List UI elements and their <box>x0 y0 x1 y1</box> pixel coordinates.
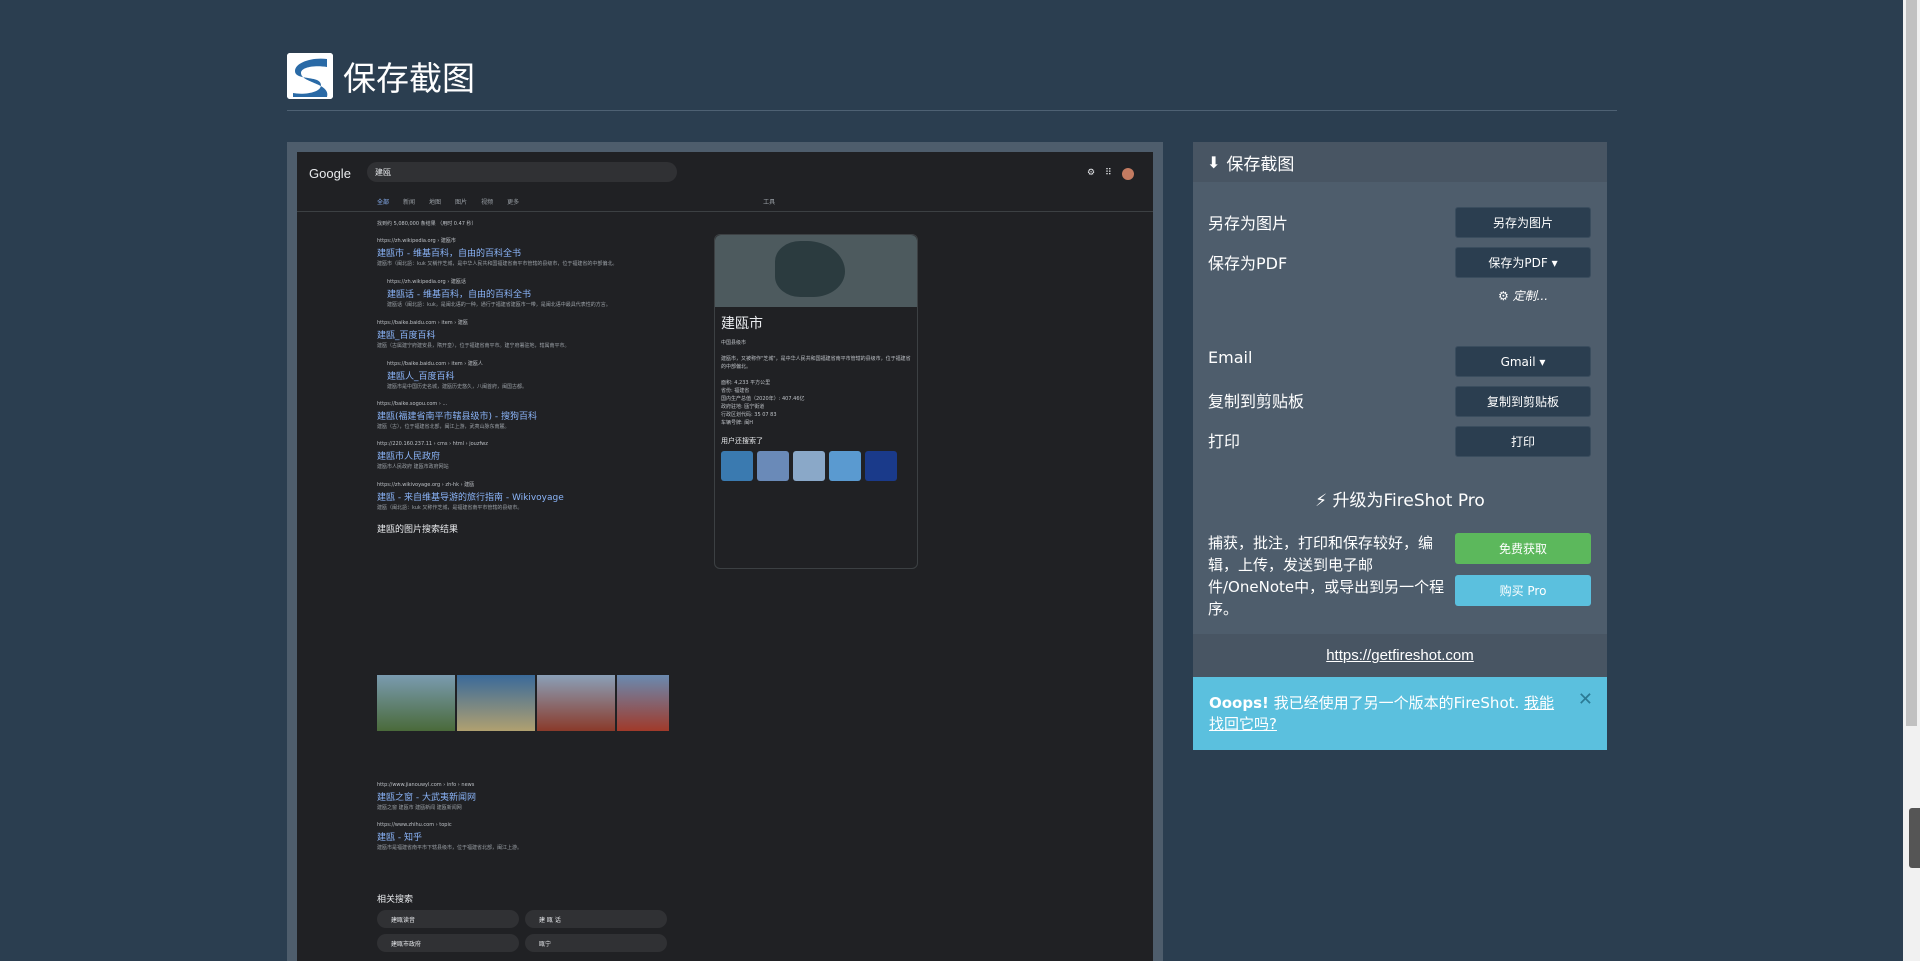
gear-icon: ⚙ <box>1087 168 1096 178</box>
header-divider <box>287 110 1617 111</box>
google-search-box: 建瓯 <box>367 162 677 182</box>
kp-name: 建瓯市 <box>721 316 763 332</box>
email-button[interactable]: Gmail ▾ <box>1455 346 1591 377</box>
save-image-button[interactable]: 另存为图片 <box>1455 207 1591 238</box>
google-top-icons: ⚙ ⠿ <box>1087 168 1134 180</box>
clipboard-label: 复制到剪贴板 <box>1208 392 1305 411</box>
result-item: http://220.160.237.11 › cms › html › jou… <box>377 441 488 470</box>
alert-banner: Ooops! 我已经使用了另一个版本的FireShot. 我能找回它吗? ✕ <box>1193 677 1607 750</box>
related-chip: 建瓯市政府 <box>377 934 519 952</box>
tab-all: 全部 <box>377 199 390 206</box>
avatar <box>1121 168 1134 180</box>
screenshot-preview[interactable]: Google 建瓯 ⚙ ⠿ 全部 新闻 地图 图片 视频 更多 工具 找到约 5… <box>287 142 1163 961</box>
related-chip: 瓯宁 <box>525 934 667 952</box>
kp-also-search: 用户还搜索了 <box>721 437 763 445</box>
extension-tab[interactable] <box>1909 808 1920 868</box>
alert-bold: Ooops! <box>1209 694 1269 712</box>
google-tabs: 全部 新闻 地图 图片 视频 更多 工具 <box>377 197 775 206</box>
tab-news: 新闻 <box>403 199 416 206</box>
print-label: 打印 <box>1208 432 1241 451</box>
more-results: http://www.jianouwyl.com › info › news 建瓯… <box>377 782 677 862</box>
image-thumb <box>537 675 615 731</box>
image-thumb <box>617 675 669 731</box>
google-results: 找到约 5,080,000 条结果 （用时 0.47 秒） https://zh… <box>377 220 677 545</box>
save-pdf-button[interactable]: 保存为PDF ▾ <box>1455 247 1591 278</box>
tab-tools: 工具 <box>763 199 776 206</box>
upgrade-description: 捕获，批注，打印和保存较好，编辑，上传，发送到电子邮件/OneNote中，或导出… <box>1208 534 1445 618</box>
page-header: 保存截图 <box>287 52 475 100</box>
result-item: http://www.jianouwyl.com › info › news 建瓯… <box>377 782 476 811</box>
scrollbar-thumb[interactable] <box>1906 0 1917 726</box>
related-title: 相关搜索 <box>377 895 414 905</box>
kp-thumbs <box>715 445 917 487</box>
related-searches: 建瓯读音 建 瓯 话 建瓯市政府 瓯宁 <box>377 910 667 952</box>
page-title: 保存截图 <box>343 59 475 98</box>
map-thumbnail <box>715 235 917 307</box>
knowledge-panel: 建瓯市 中国县级市 建瓯市，又被称作"芝城"，是中华人民共和国福建省南平市管辖的… <box>714 234 918 569</box>
copy-clipboard-button[interactable]: 复制到剪贴板 <box>1455 386 1591 417</box>
save-panel: ⬇ 保存截图 另存为图片 另存为图片 保存为PDF 保存为PDF ▾ ⚙ 定制.… <box>1193 142 1607 750</box>
result-item: https://zh.wikipedia.org › 建瓯市 建瓯市 - 维基百科… <box>377 238 618 267</box>
buy-pro-button[interactable]: 购买 Pro <box>1455 575 1591 606</box>
close-icon[interactable]: ✕ <box>1578 689 1593 710</box>
related-chip: 建瓯读音 <box>377 910 519 928</box>
image-results <box>377 675 669 731</box>
image-thumb <box>377 675 455 731</box>
panel-header: ⬇ 保存截图 <box>1193 142 1607 182</box>
tab-images: 图片 <box>455 199 468 206</box>
result-item: https://baike.sogou.com › ... 建瓯(福建省南平市辖县… <box>377 401 537 430</box>
fireshot-logo-icon <box>287 53 333 99</box>
kp-fact: 政府驻地: 瓯宁街道 <box>721 404 765 410</box>
apps-icon: ⠿ <box>1105 168 1112 178</box>
result-item: https://zh.wikivoyage.org › zh-hk › 建瓯 建瓯… <box>377 482 564 511</box>
kp-fact: 车辆号牌: 闽H <box>721 420 754 426</box>
save-image-label: 另存为图片 <box>1208 214 1289 233</box>
images-header: 建瓯的图片搜索结果 <box>377 525 459 535</box>
customize-link[interactable]: ⚙ 定制... <box>1498 287 1548 304</box>
result-item: https://zh.wikipedia.org › 建瓯话 建瓯话 - 维基百科… <box>387 279 611 308</box>
kp-fact: 面积: 4,233 平方公里 <box>721 380 771 386</box>
gear-icon: ⚙ <box>1498 289 1513 303</box>
save-pdf-label: 保存为PDF <box>1208 254 1288 273</box>
upgrade-title: ⚡ 升级为FireShot Pro <box>1193 486 1607 511</box>
image-thumb <box>457 675 535 731</box>
download-icon: ⬇ <box>1207 152 1221 172</box>
captured-page: Google 建瓯 ⚙ ⠿ 全部 新闻 地图 图片 视频 更多 工具 找到约 5… <box>297 152 1153 961</box>
alert-text: 我已经使用了另一个版本的FireShot. <box>1268 694 1525 712</box>
related-chip: 建 瓯 话 <box>525 910 667 928</box>
tab-maps: 地图 <box>429 199 442 206</box>
result-stats: 找到约 5,080,000 条结果 （用时 0.47 秒） <box>377 221 477 227</box>
kp-subtitle: 中国县级市 <box>721 340 747 346</box>
result-item: https://baike.baidu.com › item › 建瓯人 建瓯人_… <box>387 361 528 390</box>
free-get-button[interactable]: 免费获取 <box>1455 533 1591 564</box>
print-button[interactable]: 打印 <box>1455 426 1591 457</box>
tab-videos: 视频 <box>481 199 494 206</box>
panel-title: 保存截图 <box>1226 154 1295 175</box>
website-link[interactable]: https://getfireshot.com <box>1326 647 1474 664</box>
customize-label: 定制... <box>1512 289 1549 303</box>
lightning-icon: ⚡ <box>1315 491 1328 511</box>
result-item: https://www.zhihu.com › topic 建瓯 - 知乎 建瓯市是… <box>377 822 523 851</box>
kp-description: 建瓯市，又被称作"芝城"，是中华人民共和国福建省南平市管辖的县级市，位于福建省的… <box>721 356 911 370</box>
result-item: https://baike.baidu.com › item › 建瓯 建瓯_百度… <box>377 320 570 349</box>
upgrade-title-text: 升级为FireShot Pro <box>1332 491 1485 511</box>
google-logo: Google <box>309 166 351 181</box>
kp-fact: 行政区划代码: 35 07 83 <box>721 412 777 418</box>
kp-fact: 省份: 福建省 <box>721 388 750 394</box>
email-label: Email <box>1208 348 1253 367</box>
website-link-bar: https://getfireshot.com <box>1193 634 1607 677</box>
tab-more: 更多 <box>507 199 520 206</box>
kp-fact: 国内生产总值（2020年）: 407.46亿 <box>721 396 805 402</box>
